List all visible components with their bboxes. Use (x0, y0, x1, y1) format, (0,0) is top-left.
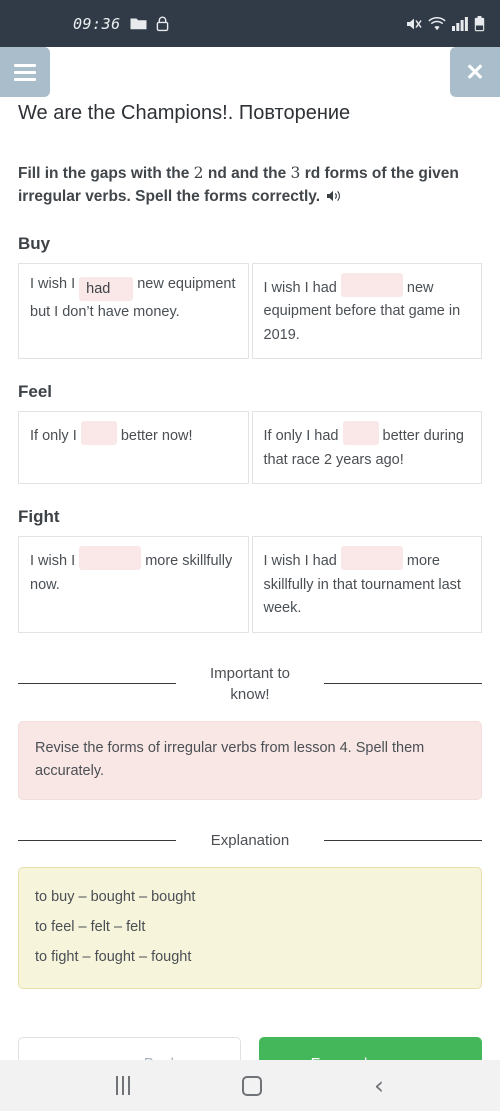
android-nav-bar: ‹ (0, 1060, 500, 1111)
sentence-before: I wish I (30, 275, 76, 292)
lesson-page: We are the Champions!. Повторение Fill i… (0, 101, 500, 1093)
sentence-before: I wish I had (263, 279, 337, 296)
explanation-line: to fight – fought – fought (35, 948, 192, 965)
page-title: We are the Champions!. Повторение (18, 102, 351, 124)
divider-line-left (18, 839, 176, 841)
instruction-part-1: Fill in the gaps with the (18, 165, 194, 182)
exercise-cell: If only I had better during that race 2 … (251, 411, 482, 485)
sentence-before: If only I had (263, 428, 339, 445)
app-header: ✕ (0, 47, 500, 97)
battery-icon (474, 15, 485, 31)
hamburger-icon (14, 63, 36, 67)
divider-line-left (18, 683, 176, 685)
verb-heading-fight: Fight (18, 507, 60, 527)
important-note-box: Revise the forms of irregular verbs from… (18, 720, 482, 800)
sentence-after: better now! (120, 428, 193, 445)
task-instruction: Fill in the gaps with the 2 nd and the 3… (18, 162, 482, 211)
status-bar-left: 09:36 (73, 15, 169, 33)
divider-line-right (324, 839, 482, 841)
status-bar: 09:36 (0, 0, 500, 47)
sentence-before: I wish I (30, 553, 76, 570)
divider-line-right (324, 683, 482, 685)
divider-label: Important to know! (209, 664, 291, 703)
instruction-number-3rd: 3 (290, 164, 301, 182)
divider-label: Explanation (210, 831, 290, 849)
status-clock: 09:36 (73, 14, 121, 33)
explanation-line: to feel – felt – felt (35, 918, 146, 935)
wifi-icon (428, 16, 446, 30)
back-icon[interactable]: ‹ (374, 1073, 384, 1098)
folder-icon (130, 18, 147, 29)
gap-input[interactable] (79, 546, 142, 571)
instruction-number-2nd: 2 (193, 164, 204, 182)
divider-important: Important to know! (18, 663, 482, 705)
exercise-cell: I wish I more skillfully now. (18, 536, 249, 633)
exercise-cell: I wish I had new equipment but I don’t h… (18, 262, 249, 360)
speaker-icon[interactable] (326, 188, 343, 211)
gap-input[interactable] (340, 546, 403, 571)
hamburger-icon (14, 77, 36, 81)
lock-icon (156, 16, 168, 31)
home-icon[interactable] (242, 1075, 262, 1096)
exercise-cell: I wish I had more skillfully in that tou… (251, 536, 482, 633)
verb-heading-feel: Feel (18, 382, 53, 402)
divider-explanation: Explanation (18, 830, 482, 851)
explanation-line: to buy – bought – bought (35, 888, 196, 905)
exercise-table-fight: I wish I more skillfully now. I wish I h… (18, 536, 482, 633)
exercise-cell: If only I better now! (18, 411, 249, 485)
instruction-part-2: nd and the (203, 165, 291, 182)
verb-heading-buy: Buy (18, 233, 51, 253)
explanation-box: to buy – bought – bought to feel – felt … (18, 866, 482, 989)
gap-input[interactable] (340, 272, 403, 297)
sentence-before: If only I (30, 428, 77, 445)
signal-icon (452, 16, 468, 31)
exercise-table-feel: If only I better now! If only I had bett… (18, 411, 482, 485)
recent-apps-icon[interactable] (116, 1076, 130, 1095)
close-button[interactable]: ✕ (450, 47, 500, 97)
hamburger-icon (14, 70, 36, 74)
gap-input[interactable]: had (79, 276, 134, 301)
gap-input[interactable] (80, 421, 117, 446)
status-bar-right (405, 15, 485, 32)
exercise-table-buy: I wish I had new equipment but I don’t h… (18, 262, 482, 360)
gap-input[interactable] (342, 421, 379, 446)
mute-icon (407, 18, 422, 29)
exercise-cell: I wish I had new equipment before that g… (251, 262, 482, 360)
menu-button[interactable] (0, 47, 50, 97)
sentence-before: I wish I had (263, 553, 337, 570)
